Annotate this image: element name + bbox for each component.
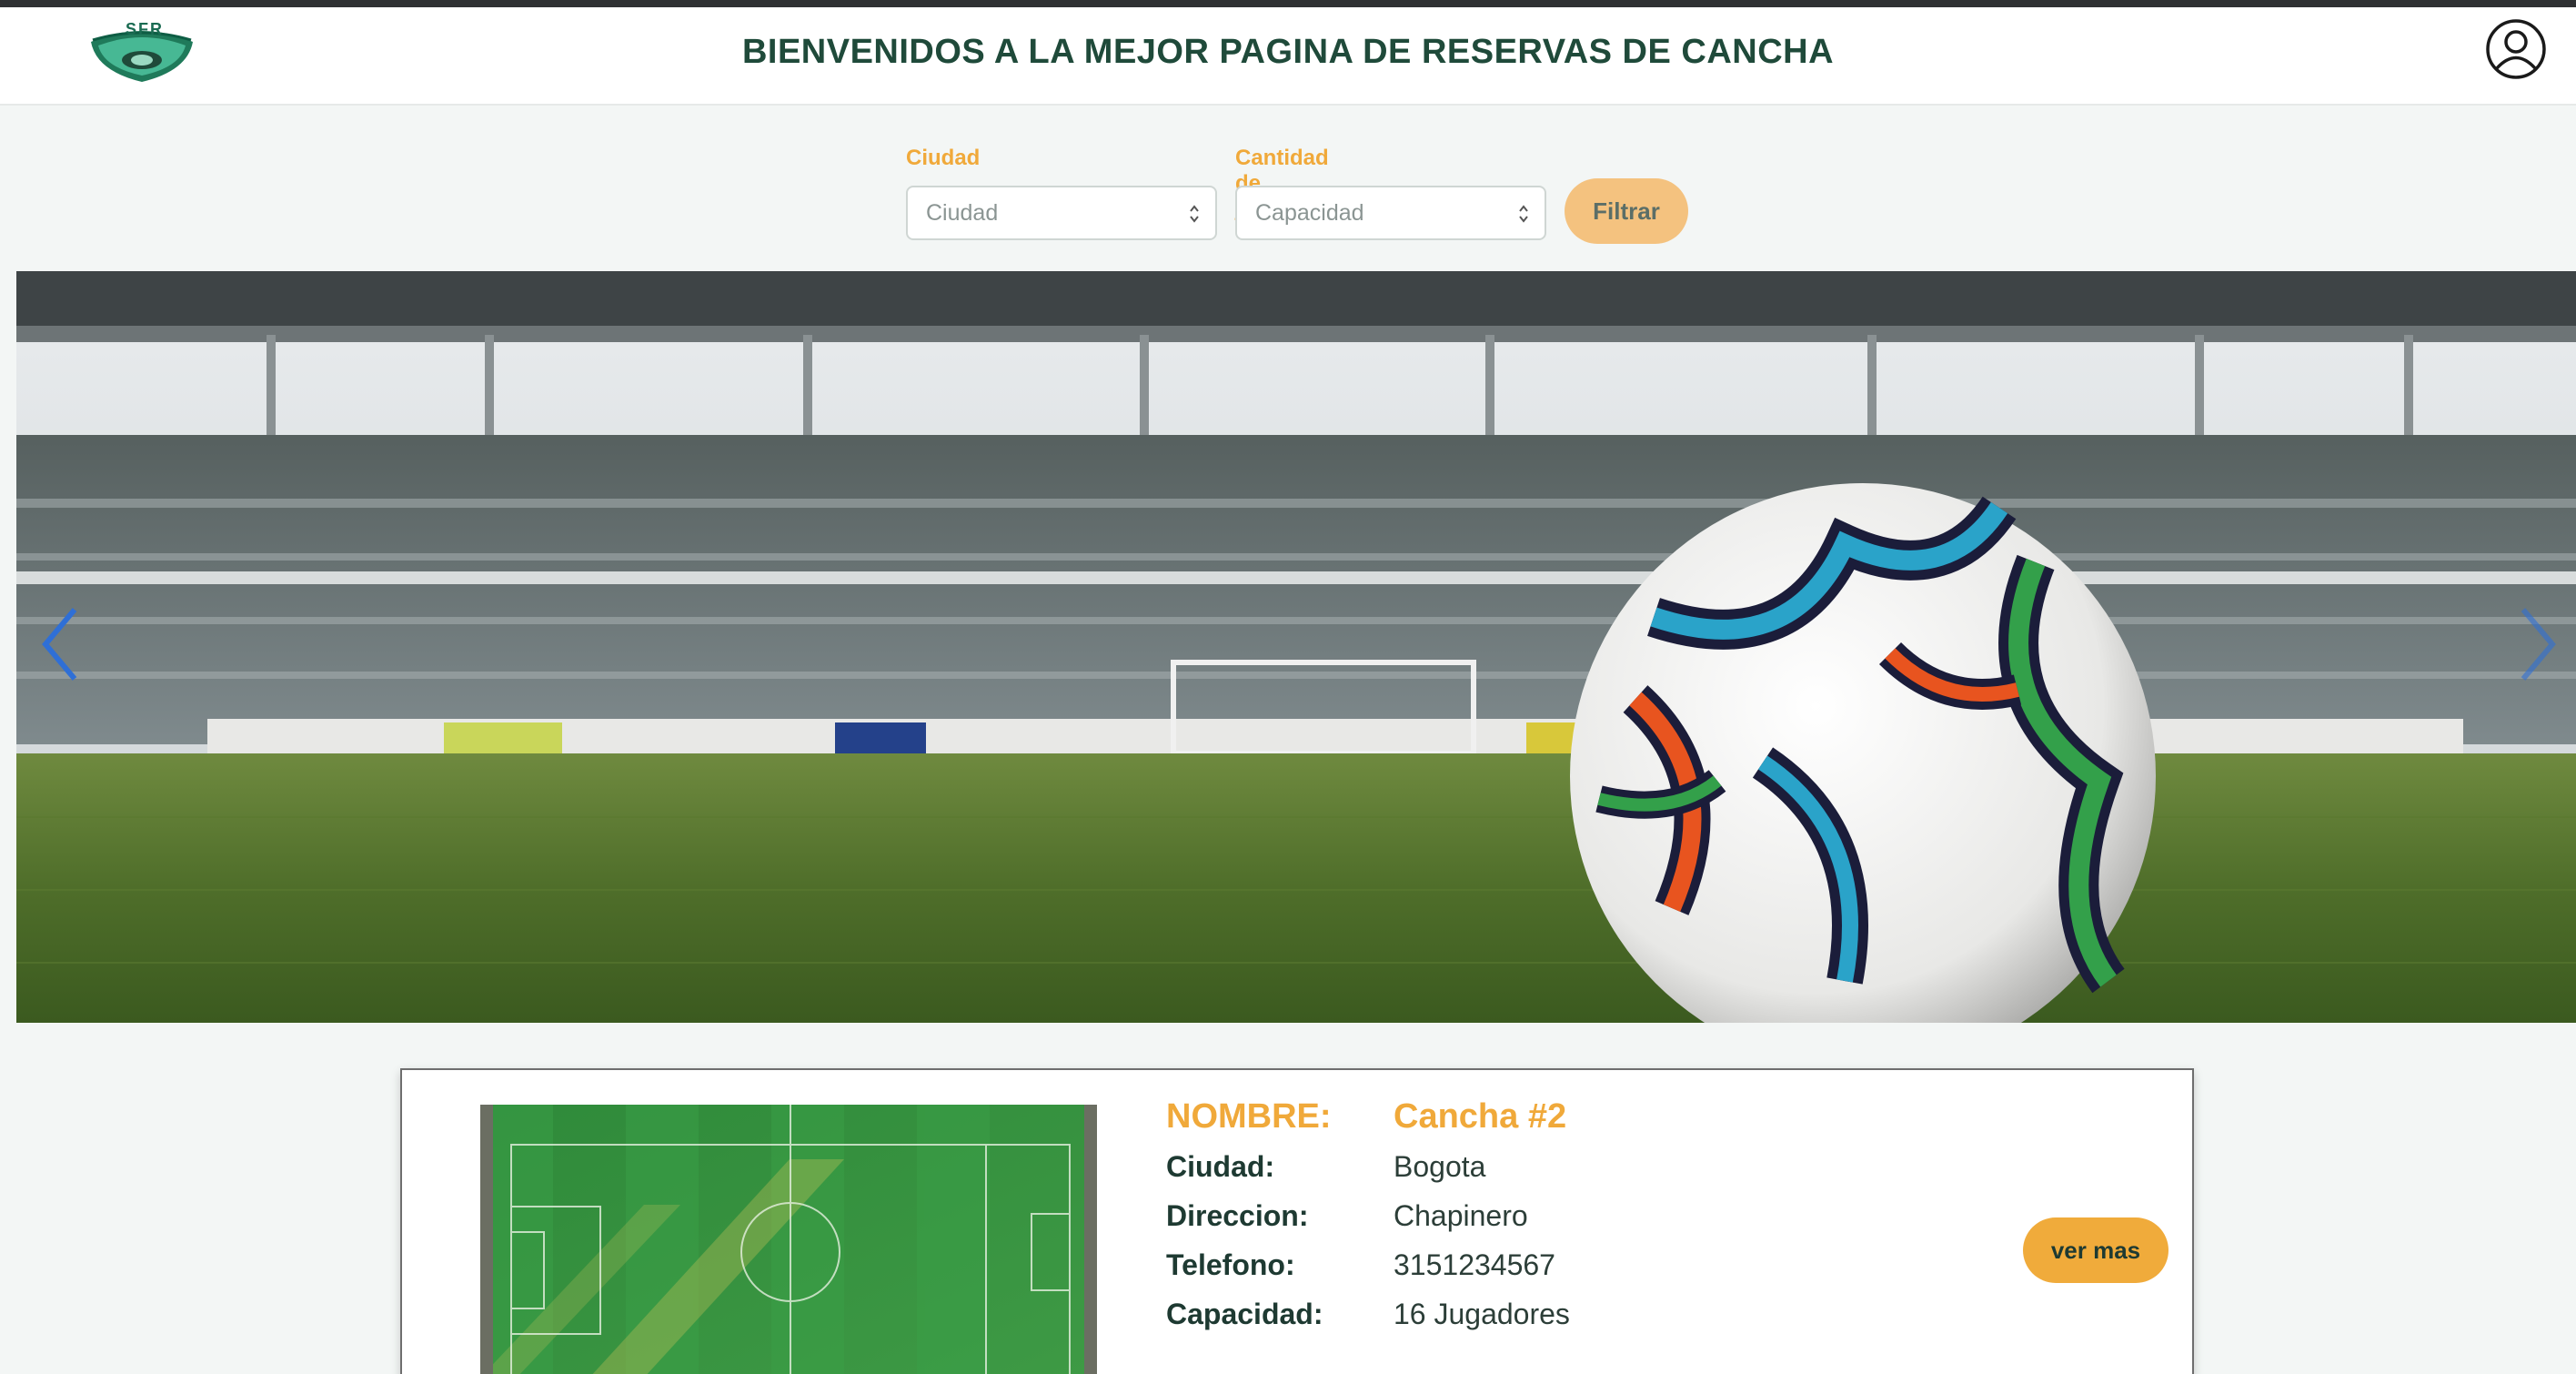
- select-chevron-icon: [1190, 205, 1199, 223]
- capacity-select[interactable]: Capacidad: [1235, 186, 1546, 240]
- field-address-label: Direccion:: [1166, 1199, 1309, 1232]
- city-filter: Ciudad Ciudad: [906, 146, 1217, 240]
- field-city-label: Ciudad:: [1166, 1150, 1275, 1183]
- hero-carousel: [16, 271, 2576, 1023]
- field-name-value: Cancha #2: [1394, 1097, 1567, 1136]
- city-filter-label: Ciudad: [906, 146, 981, 170]
- players-filter: Cantidad de jugadores Capacidad: [1235, 146, 1546, 240]
- city-select[interactable]: Ciudad: [906, 186, 1217, 240]
- field-capacity-label: Capacidad:: [1166, 1298, 1323, 1330]
- filter-button[interactable]: Filtrar: [1565, 178, 1688, 244]
- field-capacity-value: 16 Jugadores: [1394, 1298, 1570, 1330]
- see-more-button[interactable]: ver mas: [2023, 1217, 2168, 1283]
- site-header: SFR BIENVENIDOS A LA MEJOR PAGINA DE RES…: [0, 7, 2576, 106]
- field-phone-value: 3151234567: [1394, 1248, 1555, 1281]
- select-chevron-icon: [1519, 205, 1528, 223]
- field-city-value: Bogota: [1394, 1150, 1486, 1183]
- carousel-next-arrow-icon[interactable]: [2511, 599, 2565, 690]
- players-filter-label: Cantidad de jugadores: [1235, 146, 1340, 221]
- field-aerial-icon: [480, 1105, 1097, 1374]
- field-phone-label: Telefono:: [1166, 1248, 1295, 1281]
- field-name-label: NOMBRE:: [1166, 1097, 1332, 1136]
- page-title: BIENVENIDOS A LA MEJOR PAGINA DE RESERVA…: [741, 33, 1835, 71]
- carousel-prev-arrow-icon[interactable]: [33, 599, 87, 690]
- city-select-value: Ciudad: [926, 200, 999, 226]
- top-bar: [0, 0, 2576, 7]
- stadium-football-icon: [16, 271, 2576, 1023]
- capacity-select-value: Capacidad: [1255, 200, 1364, 226]
- user-account-icon[interactable]: [2485, 18, 2547, 80]
- field-card: NOMBRE: Cancha #2 Ciudad: Bogota Direcci…: [400, 1068, 2194, 1374]
- field-address-value: Chapinero: [1394, 1199, 1528, 1232]
